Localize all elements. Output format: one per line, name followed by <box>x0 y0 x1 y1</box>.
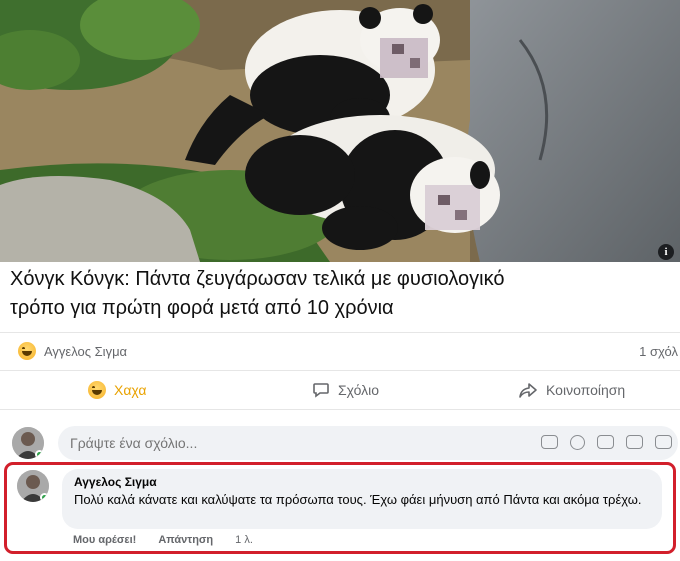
reactor-summary[interactable]: Αγγελος Σιγμα <box>18 342 127 360</box>
composer-tools <box>541 435 672 450</box>
comment-text: Πολύ καλά κάνατε και καλύψατε τα πρόσωπα… <box>74 492 642 507</box>
reply-comment-link[interactable]: Απάντηση <box>158 534 213 546</box>
comment-author[interactable]: Αγγελος Σιγμα <box>74 475 650 489</box>
headline-line-1: Χόνγκ Κόνγκ: Πάντα ζευγάρωσαν τελικά με … <box>10 268 505 290</box>
comment-composer <box>0 424 680 462</box>
gif-icon[interactable] <box>626 435 643 449</box>
comment-label: Σχόλιο <box>338 382 380 398</box>
haha-icon <box>88 381 106 399</box>
comment-count[interactable]: 1 σχόλ <box>639 344 678 359</box>
reactor-name: Αγγελος Σιγμα <box>44 343 128 359</box>
reactions-summary: Αγγελος Σιγμα 1 σχόλ <box>0 332 680 370</box>
haha-label: Χαχα <box>114 382 147 398</box>
comment-time[interactable]: 1 λ. <box>235 534 253 546</box>
highlighted-comment: Αγγελος Σιγμα Πολύ καλά κάνατε και καλύψ… <box>4 462 676 554</box>
share-label: Κοινοποίηση <box>546 382 626 398</box>
haha-button[interactable]: Χαχα <box>88 371 147 409</box>
panda-photo-illustration <box>0 0 680 262</box>
post-actions: Χαχα Σχόλιο Κοινοποίηση <box>0 370 680 410</box>
camera-icon[interactable] <box>597 435 614 449</box>
online-status-dot <box>35 450 44 459</box>
haha-reaction-icon <box>18 342 36 360</box>
commenter-avatar[interactable] <box>17 470 49 502</box>
comment-icon <box>313 383 329 398</box>
share-icon <box>519 383 537 398</box>
sticker-icon[interactable] <box>655 435 672 449</box>
comment-bubble[interactable]: Αγγελος Σιγμα Πολύ καλά κάνατε και καλύψ… <box>62 469 662 529</box>
share-button[interactable]: Κοινοποίηση <box>518 371 625 409</box>
info-icon[interactable]: i <box>658 244 674 260</box>
avatar-sticker-icon[interactable] <box>541 435 558 449</box>
headline-line-2: τρόπο για πρώτη φορά μετά από 10 χρόνια <box>10 297 394 319</box>
current-user-avatar[interactable] <box>12 427 44 459</box>
post-photo[interactable]: i <box>0 0 680 262</box>
post-headline[interactable]: Χόνγκ Κόνγκ: Πάντα ζευγάρωσαν τελικά με … <box>10 262 680 323</box>
emoji-icon[interactable] <box>570 435 585 450</box>
comment-button[interactable]: Σχόλιο <box>312 371 379 409</box>
like-comment-link[interactable]: Μου αρέσει! <box>73 534 136 546</box>
comment-meta: Μου αρέσει! Απάντηση 1 λ. <box>73 534 253 546</box>
commenter-online-dot <box>40 493 49 502</box>
